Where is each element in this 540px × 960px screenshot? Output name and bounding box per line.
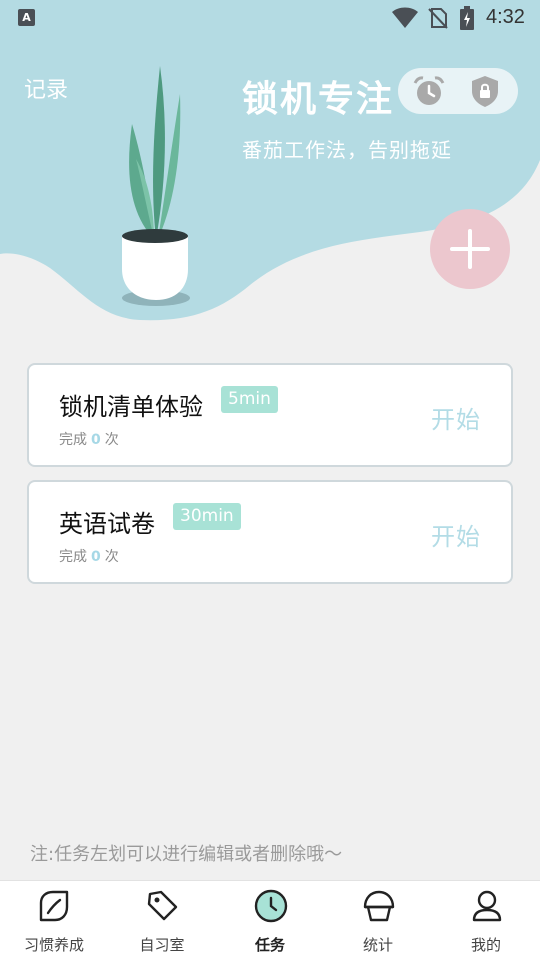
start-button[interactable]: 开始 bbox=[431, 517, 481, 552]
leaf-icon bbox=[39, 890, 69, 922]
done-count: 0 bbox=[91, 432, 101, 448]
task-name: 锁机清单体验 bbox=[59, 393, 203, 421]
done-count: 0 bbox=[91, 549, 101, 565]
records-link[interactable]: 记录 bbox=[24, 72, 68, 104]
status-time: 4:32 bbox=[486, 6, 525, 28]
nav-label: 我的 bbox=[470, 936, 501, 954]
nav-item-tasks[interactable]: 任务 bbox=[216, 881, 324, 960]
cupcake-icon bbox=[363, 890, 395, 922]
nav-item-study-room[interactable]: 自习室 bbox=[108, 881, 216, 960]
no-sim-icon bbox=[428, 8, 448, 29]
shield-lock-icon[interactable] bbox=[470, 74, 500, 108]
nav-label: 习惯养成 bbox=[23, 936, 84, 954]
done-suffix: 次 bbox=[104, 549, 119, 565]
nav-item-stats[interactable]: 统计 bbox=[324, 881, 432, 960]
done-suffix: 次 bbox=[104, 432, 119, 448]
nav-label: 自习室 bbox=[139, 936, 185, 954]
nav-item-profile[interactable]: 我的 bbox=[432, 881, 540, 960]
done-prefix: 完成 bbox=[59, 549, 87, 565]
bottom-nav: 习惯养成 自习室 任务 统计 我的 bbox=[0, 880, 540, 960]
mode-switch[interactable] bbox=[398, 68, 518, 114]
swipe-hint: 注:任务左划可以进行编辑或者删除哦～ bbox=[30, 844, 343, 865]
nav-label: 任务 bbox=[254, 936, 285, 954]
person-icon bbox=[472, 890, 502, 922]
plant-illustration bbox=[122, 66, 190, 306]
task-card[interactable]: 英语试卷 30min 完成 0 次 开始 bbox=[27, 480, 513, 584]
completion-count: 完成 0 次 bbox=[59, 546, 119, 566]
status-bar: A 4:32 bbox=[0, 0, 540, 36]
tag-icon bbox=[147, 890, 178, 921]
alarm-clock-icon[interactable] bbox=[412, 74, 446, 108]
wifi-icon bbox=[392, 7, 418, 28]
completion-count: 完成 0 次 bbox=[59, 429, 119, 449]
done-prefix: 完成 bbox=[59, 432, 87, 448]
nav-item-habits[interactable]: 习惯养成 bbox=[0, 881, 108, 960]
page-subtitle: 番茄工作法，告别拖延 bbox=[242, 138, 452, 162]
task-card[interactable]: 锁机清单体验 5min 完成 0 次 开始 bbox=[27, 363, 513, 467]
page-title: 锁机专注 bbox=[242, 79, 395, 120]
nav-label: 统计 bbox=[362, 936, 393, 954]
start-button[interactable]: 开始 bbox=[431, 400, 481, 435]
duration-badge: 30min bbox=[173, 503, 241, 530]
add-task-button[interactable] bbox=[430, 209, 510, 289]
task-name: 英语试卷 bbox=[59, 510, 155, 538]
plus-icon bbox=[450, 229, 490, 269]
clock-icon bbox=[254, 889, 288, 923]
duration-badge: 5min bbox=[221, 386, 278, 413]
app-a-icon: A bbox=[18, 9, 35, 26]
battery-charging-icon bbox=[460, 6, 474, 30]
